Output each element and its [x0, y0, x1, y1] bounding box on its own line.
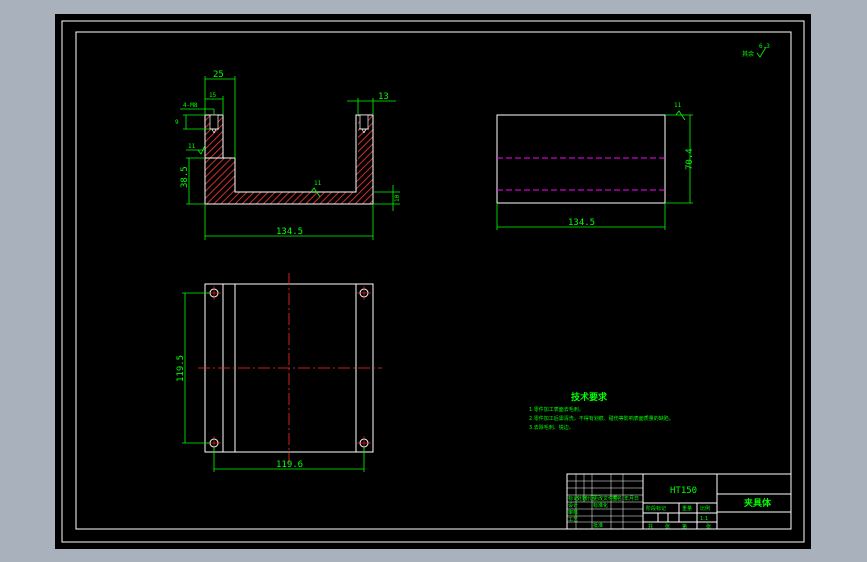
- drawing-label: 张: [665, 523, 670, 530]
- drawing-label: 15: [209, 92, 217, 99]
- drawing-label: 张: [706, 523, 711, 530]
- drawing-stroke: [209, 114, 219, 130]
- drawing-sheet: [55, 14, 811, 549]
- drawing-label: 10: [394, 194, 401, 202]
- drawing-label: 38.5: [180, 166, 190, 188]
- drawing-label: 设计: [568, 502, 578, 509]
- drawing-label: 11: [674, 102, 682, 109]
- drawing-label: 1.零件加工表面去毛刺。: [529, 406, 584, 413]
- drawing-label: 9: [175, 119, 179, 126]
- drawing-label: 119.6: [276, 460, 303, 470]
- drawing-label: 11: [188, 143, 196, 150]
- drawing-label: 共: [648, 523, 653, 530]
- drawing-label: 阶段标记: [646, 505, 666, 512]
- drawing-label: 审核: [568, 509, 578, 516]
- drawing-label: 2.零件加工后需清洗，不得有划痕、碰伤等影响表面质量的缺陷。: [529, 415, 674, 422]
- drawing-label: 119.5: [176, 355, 186, 382]
- engineering-drawing[interactable]: 其余 6.3 25 15 4-M8 9 13 11 38.5 11 10 134…: [0, 0, 867, 562]
- drawing-label: 13: [378, 92, 389, 102]
- part-name: 夹具体: [744, 497, 772, 509]
- drawing-label: 11: [314, 180, 322, 187]
- drawing-label: 3.去除毛刺、锐边。: [529, 424, 574, 431]
- drawing-label: 批准: [593, 522, 603, 529]
- drawing-label: 其余: [742, 50, 754, 58]
- drawing-label: 70.4: [685, 148, 695, 170]
- drawing-label: 4-M8: [183, 102, 198, 109]
- drawing-stroke: [359, 114, 369, 130]
- drawing-label: 6.3: [759, 43, 770, 50]
- cad-window: 其余 6.3 25 15 4-M8 9 13 11 38.5 11 10 134…: [0, 0, 867, 562]
- drawing-label: 1:1: [700, 516, 708, 522]
- drawing-label: 年月日: [624, 495, 639, 502]
- drawing-label: 134.5: [568, 218, 595, 228]
- material-label: HT150: [670, 486, 697, 496]
- drawing-label: 第: [682, 523, 687, 530]
- drawing-label: 比例: [700, 505, 710, 512]
- drawing-label: 25: [213, 70, 224, 80]
- drawing-label: 标准化: [593, 502, 608, 509]
- drawing-label: 重量: [682, 505, 692, 512]
- drawing-label: 134.5: [276, 227, 303, 237]
- tech-req-title: 技术要求: [571, 391, 608, 403]
- drawing-label: 签名: [612, 495, 622, 502]
- drawing-label: 工艺: [568, 517, 578, 523]
